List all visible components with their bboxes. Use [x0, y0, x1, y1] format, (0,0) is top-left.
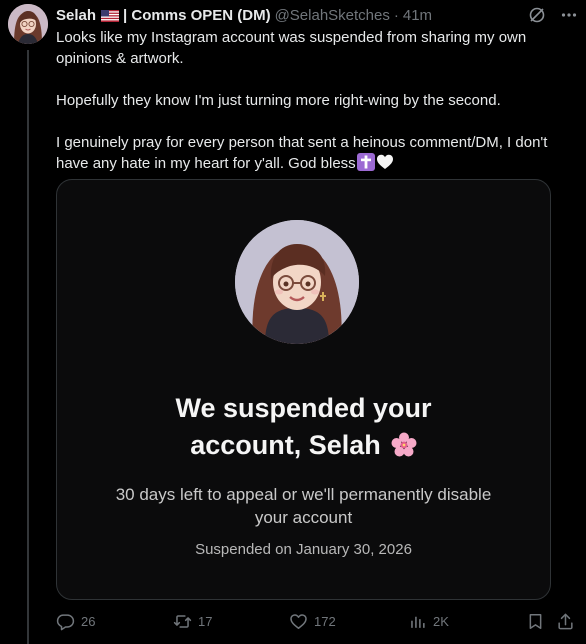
reply-button[interactable]: 26	[56, 612, 95, 631]
tweet-timestamp[interactable]: 41m	[403, 7, 432, 24]
views-icon	[408, 612, 427, 631]
more-icon[interactable]	[560, 6, 578, 24]
suspension-date: Suspended on January 30, 2026	[195, 541, 412, 558]
views-count: 2K	[433, 613, 449, 629]
suspension-title-line-1: We suspended your	[175, 393, 432, 423]
like-button[interactable]: 172	[289, 612, 336, 631]
tweet-media-image[interactable]: We suspended your account, Selah 30 days…	[56, 179, 551, 600]
views-button[interactable]: 2K	[408, 612, 449, 631]
like-count: 172	[314, 613, 336, 629]
suspension-subtitle: 30 days left to appeal or we'll permanen…	[115, 485, 492, 527]
latin-cross-emoji	[356, 153, 375, 171]
us-flag-icon	[101, 9, 120, 22]
grok-icon[interactable]	[528, 6, 546, 24]
tweet-action-bar: 26 17 172 2K	[56, 611, 573, 631]
suspended-profile-avatar	[235, 220, 359, 344]
share-button[interactable]	[556, 612, 575, 631]
heart-icon	[289, 612, 308, 631]
suspension-title: We suspended your account, Selah	[57, 390, 550, 464]
tweet[interactable]: Selah | Comms OPEN (DM) @SelahSketches ·…	[0, 0, 586, 644]
author-name-suffix[interactable]: | Comms OPEN (DM)	[123, 7, 271, 24]
share-icon	[556, 612, 575, 631]
suspension-title-line-2: account, Selah	[190, 430, 381, 460]
author-avatar[interactable]	[8, 4, 48, 44]
bookmark-icon	[526, 612, 545, 631]
tweet-header: Selah | Comms OPEN (DM) @SelahSketches ·…	[56, 5, 432, 25]
repost-button[interactable]: 17	[173, 612, 212, 631]
tweet-text: Looks like my Instagram account was susp…	[56, 27, 568, 174]
tweet-text-line-3: I genuinely pray for every person that s…	[56, 134, 552, 172]
header-separator: ·	[393, 6, 399, 24]
suspension-title-line-2-wrap: account, Selah	[57, 427, 550, 464]
tweet-top-actions	[528, 6, 578, 24]
cherry-blossom-emoji	[391, 431, 417, 457]
author-handle[interactable]: @SelahSketches	[275, 7, 390, 24]
reply-count: 26	[81, 613, 96, 629]
tweet-text-line-2: Hopefully they know I'm just turning mor…	[56, 92, 501, 109]
white-heart-emoji	[376, 153, 394, 171]
repost-icon	[173, 612, 192, 631]
author-display-name[interactable]: Selah	[56, 7, 96, 24]
reply-icon	[56, 612, 75, 631]
tweet-text-line-1: Looks like my Instagram account was susp…	[56, 29, 531, 67]
thread-line	[27, 50, 29, 644]
repost-count: 17	[198, 613, 213, 629]
bookmark-button[interactable]	[526, 612, 545, 631]
